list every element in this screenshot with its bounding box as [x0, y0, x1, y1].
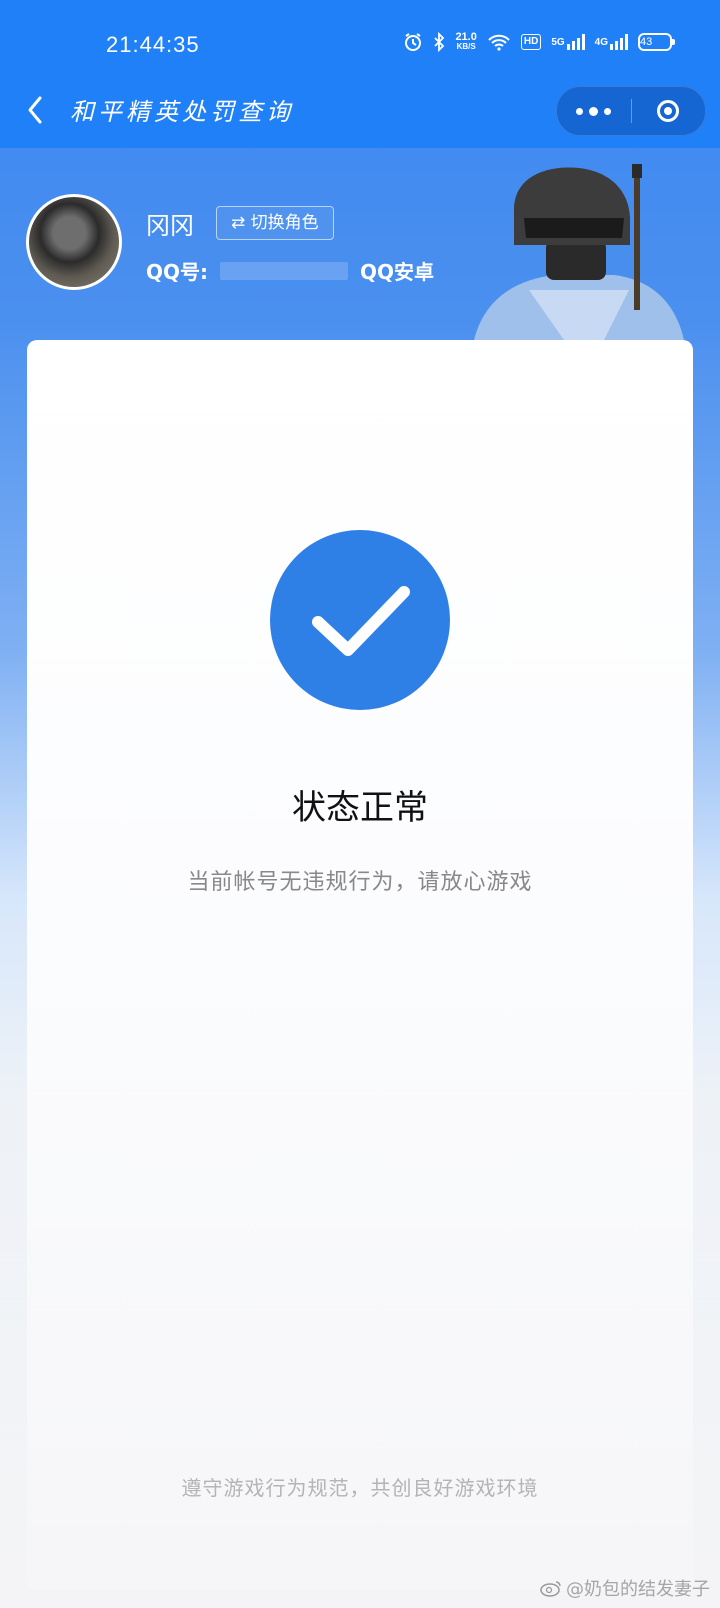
- nav-bar: 和平精英处罚查询: [0, 72, 720, 148]
- signal-5g-label: 5G: [551, 36, 565, 48]
- status-title: 状态正常: [292, 788, 428, 828]
- more-dots-icon: [576, 106, 612, 116]
- target-icon: [657, 100, 680, 122]
- watermark-text: @奶包的结发妻子: [566, 1579, 710, 1600]
- switch-role-button[interactable]: ⇄ 切换角色: [216, 206, 334, 240]
- close-miniprogram-button[interactable]: [632, 87, 706, 135]
- footer-note: 遵守游戏行为规范，共创良好游戏环境: [181, 1476, 539, 1500]
- soldier-illustration: [474, 164, 684, 340]
- signal-4g-label: 4G: [594, 36, 608, 48]
- chevron-left-icon: [28, 96, 42, 124]
- network-speed-unit: KB/S: [456, 42, 476, 51]
- account-info: QQ号: QQ安卓: [146, 256, 434, 285]
- avatar: [26, 194, 122, 290]
- status-description: 当前帐号无违规行为，请放心游戏: [187, 870, 533, 895]
- watermark: @奶包的结发妻子: [540, 1575, 710, 1601]
- signal-5g: 5G: [551, 34, 585, 50]
- clock: 21:44:35: [106, 32, 200, 57]
- checkmark-icon: [312, 586, 410, 656]
- back-button[interactable]: [22, 90, 52, 130]
- signal-4g: 4G: [595, 34, 628, 50]
- platform-label: QQ安卓: [360, 260, 435, 284]
- network-speed: 21.0 KB/S: [455, 32, 476, 52]
- more-button[interactable]: [557, 87, 631, 135]
- hd-badge: HD: [520, 34, 542, 50]
- result-card: 状态正常 当前帐号无违规行为，请放心游戏 遵守游戏行为规范，共创良好游戏环境: [27, 340, 693, 1590]
- battery-indicator: 43: [638, 33, 675, 51]
- profile-header: 冈冈 ⇄ 切换角色 QQ号: QQ安卓: [0, 150, 720, 340]
- page-title: 和平精英处罚查询: [70, 98, 294, 126]
- qq-label: QQ号:: [146, 260, 209, 284]
- status-check-badge: [270, 530, 450, 710]
- bluetooth-icon: [433, 32, 445, 52]
- status-icons: 21.0 KB/S HD 5G 4G 43: [403, 32, 675, 52]
- network-speed-value: 21.0: [455, 31, 477, 43]
- weibo-icon: [540, 1581, 561, 1597]
- qq-number-redacted: [220, 261, 349, 280]
- signal-bars-icon: [566, 34, 585, 50]
- miniprogram-capsule: [556, 86, 706, 136]
- wifi-icon: [487, 33, 511, 51]
- alarm-icon: [403, 32, 423, 52]
- nickname: 冈冈: [146, 212, 194, 240]
- signal-bars-icon: [610, 34, 628, 50]
